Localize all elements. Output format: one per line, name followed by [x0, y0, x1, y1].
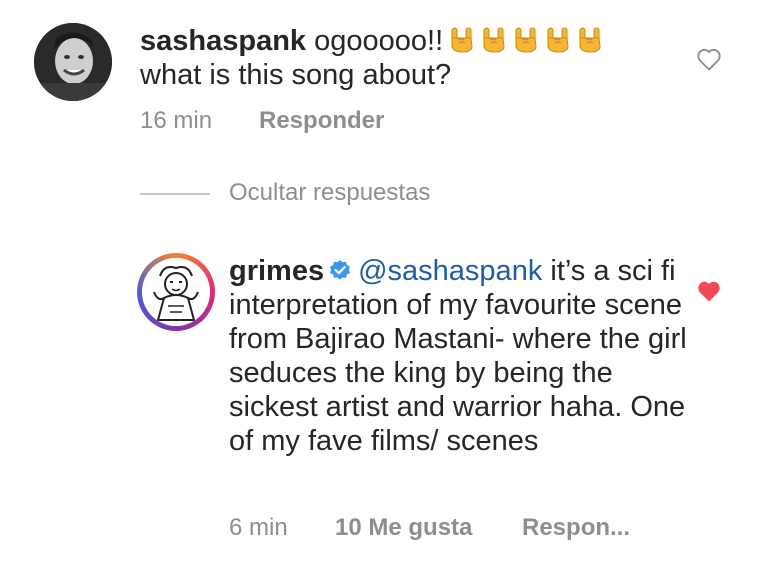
comment-1-time: 16 min [140, 107, 213, 134]
comment-1-text-line2: what is this song about? [140, 59, 452, 91]
emoji-group [443, 25, 603, 57]
comment-2-likes[interactable]: 10 Me gusta [335, 514, 472, 542]
comment-1-body: sashaspank ogooooo!! what is this song a… [140, 24, 680, 92]
rock-on-hand-icon [483, 27, 505, 53]
rock-on-hand-icon [547, 27, 569, 53]
comment-2-time: 6 min [229, 514, 288, 541]
mention-link[interactable]: @sashaspank [358, 255, 542, 287]
rock-on-hand-icon [579, 27, 601, 53]
like-heart-filled-icon[interactable] [695, 277, 723, 305]
comment-2-reply-button[interactable]: Respon... [522, 514, 630, 542]
comment-1-reply-button[interactable]: Responder [259, 107, 384, 135]
avatar-grimes[interactable] [142, 258, 210, 326]
hide-replies-button[interactable]: Ocultar respuestas [229, 179, 430, 207]
replies-divider [140, 193, 210, 195]
profile-photo-icon [34, 23, 112, 101]
rock-on-hand-icon [451, 27, 473, 53]
like-heart-outline-icon[interactable] [695, 45, 723, 73]
drawing-avatar-icon [142, 258, 210, 326]
comment-1-username[interactable]: sashaspank [140, 25, 306, 57]
comment-2-body: grimes @sashaspank it’s a sci fi interpr… [229, 254, 689, 458]
rock-on-hand-icon [515, 27, 537, 53]
verified-badge-icon [330, 260, 351, 280]
comment-1-text-line1: ogooooo!! [314, 25, 444, 57]
avatar-sashaspank[interactable] [34, 23, 112, 101]
comment-2-username[interactable]: grimes [229, 255, 324, 287]
